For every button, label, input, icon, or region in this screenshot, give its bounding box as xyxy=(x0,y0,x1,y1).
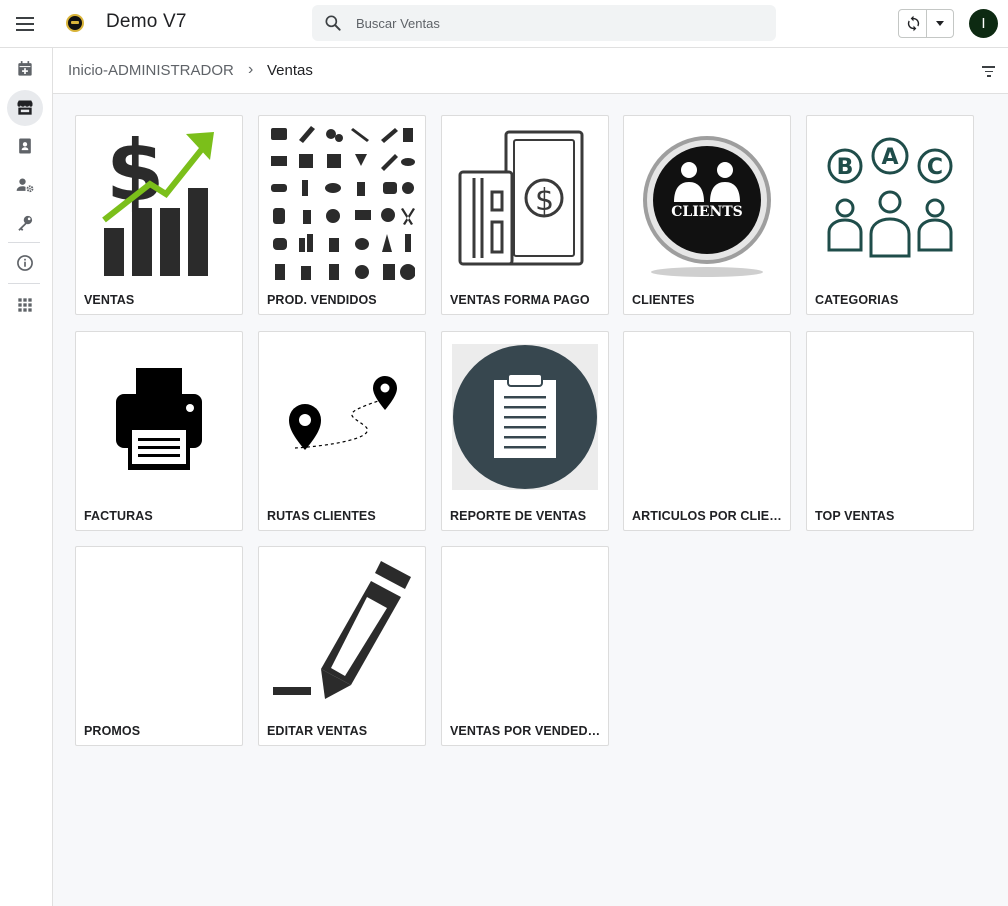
card-label: VENTAS FORMA PAGO xyxy=(450,293,590,307)
card-categorias[interactable]: B A C CATEGORIAS xyxy=(806,115,974,315)
nav-calendar-add[interactable] xyxy=(7,51,43,87)
card-label: PROMOS xyxy=(84,724,141,738)
breadcrumb-current: Ventas xyxy=(267,62,313,79)
search-input[interactable] xyxy=(356,5,756,41)
left-nav-rail xyxy=(0,48,53,906)
nav-contacts[interactable] xyxy=(7,128,43,164)
categories-abc-image: B A C xyxy=(827,137,953,258)
payment-method-image: $ xyxy=(458,130,584,266)
clipboard-report-image xyxy=(452,344,598,490)
user-settings-icon xyxy=(16,178,34,193)
products-grid-image xyxy=(271,126,415,280)
contact-book-icon xyxy=(19,138,31,154)
calendar-add-icon xyxy=(18,61,32,76)
nav-store[interactable] xyxy=(7,90,43,126)
card-label: CLIENTES xyxy=(632,293,695,307)
card-facturas[interactable]: FACTURAS xyxy=(75,331,243,531)
sync-dropdown-button[interactable] xyxy=(927,10,954,37)
card-articulos-por-cliente[interactable]: ARTICULOS POR CLIENTE xyxy=(623,331,791,531)
nav-divider xyxy=(8,283,40,284)
card-label: CATEGORIAS xyxy=(815,293,899,307)
nav-info[interactable] xyxy=(7,245,43,281)
card-clientes[interactable]: CLIENTS CLIENTES xyxy=(623,115,791,315)
card-label: VENTAS POR VENDEDOR xyxy=(450,724,602,738)
clients-badge-image: CLIENTS xyxy=(643,136,771,277)
svg-text:$: $ xyxy=(535,183,554,218)
nav-user-settings[interactable] xyxy=(7,167,43,203)
card-label: FACTURAS xyxy=(84,509,153,523)
pencil-edit-image xyxy=(273,561,411,699)
nav-apps[interactable] xyxy=(7,287,43,323)
top-app-bar: Demo V7 I xyxy=(0,0,1008,48)
card-rutas-clientes[interactable]: RUTAS CLIENTES xyxy=(258,331,426,531)
store-icon xyxy=(17,100,33,115)
breadcrumb-separator: › xyxy=(248,61,254,78)
card-promos[interactable]: PROMOS xyxy=(75,546,243,746)
breadcrumb: Inicio-ADMINISTRADOR › Ventas xyxy=(53,48,1008,94)
category-letter: B xyxy=(837,155,854,180)
nav-divider xyxy=(8,242,40,243)
app-logo xyxy=(66,14,84,32)
breadcrumb-parent-link[interactable]: Inicio-ADMINISTRADOR xyxy=(68,62,234,79)
sync-button[interactable] xyxy=(899,10,927,37)
svg-text:$: $ xyxy=(106,122,164,220)
category-letter: C xyxy=(927,155,943,180)
user-avatar[interactable]: I xyxy=(969,9,998,38)
sync-icon xyxy=(907,15,920,32)
card-reporte-de-ventas[interactable]: REPORTE DE VENTAS xyxy=(441,331,609,531)
search-bar[interactable] xyxy=(312,5,776,41)
card-label: VENTAS xyxy=(84,293,135,307)
card-label: PROD. VENDIDOS xyxy=(267,293,377,307)
card-label: RUTAS CLIENTES xyxy=(267,509,376,523)
app-title: Demo V7 xyxy=(106,11,187,32)
card-top-ventas[interactable]: TOP VENTAS xyxy=(806,331,974,531)
apps-grid-icon xyxy=(18,298,32,312)
hamburger-menu-icon[interactable] xyxy=(10,9,40,39)
card-ventas-por-vendedor[interactable]: VENTAS POR VENDEDOR xyxy=(441,546,609,746)
card-label: ARTICULOS POR CLIENTE xyxy=(632,509,784,523)
info-icon xyxy=(17,255,33,271)
clients-badge-text: CLIENTS xyxy=(671,204,743,220)
filter-icon[interactable] xyxy=(981,63,999,79)
key-icon xyxy=(18,215,33,231)
sync-button-group xyxy=(898,9,954,38)
nav-keys[interactable] xyxy=(7,205,43,241)
card-prod-vendidos[interactable]: PROD. VENDIDOS xyxy=(258,115,426,315)
card-label: REPORTE DE VENTAS xyxy=(450,509,587,523)
modules-grid: $ VENTAS PROD. VENDIDOS $ VENTAS FORMA P… xyxy=(53,94,1008,906)
route-pins-image xyxy=(289,376,397,450)
search-icon xyxy=(325,15,341,31)
card-label: EDITAR VENTAS xyxy=(267,724,368,738)
category-letter: A xyxy=(881,145,898,170)
sales-chart-image: $ xyxy=(102,122,214,276)
card-editar-ventas[interactable]: EDITAR VENTAS xyxy=(258,546,426,746)
card-ventas-forma-pago[interactable]: $ VENTAS FORMA PAGO xyxy=(441,115,609,315)
card-label: TOP VENTAS xyxy=(815,509,895,523)
card-ventas[interactable]: $ VENTAS xyxy=(75,115,243,315)
printer-image xyxy=(116,368,202,470)
